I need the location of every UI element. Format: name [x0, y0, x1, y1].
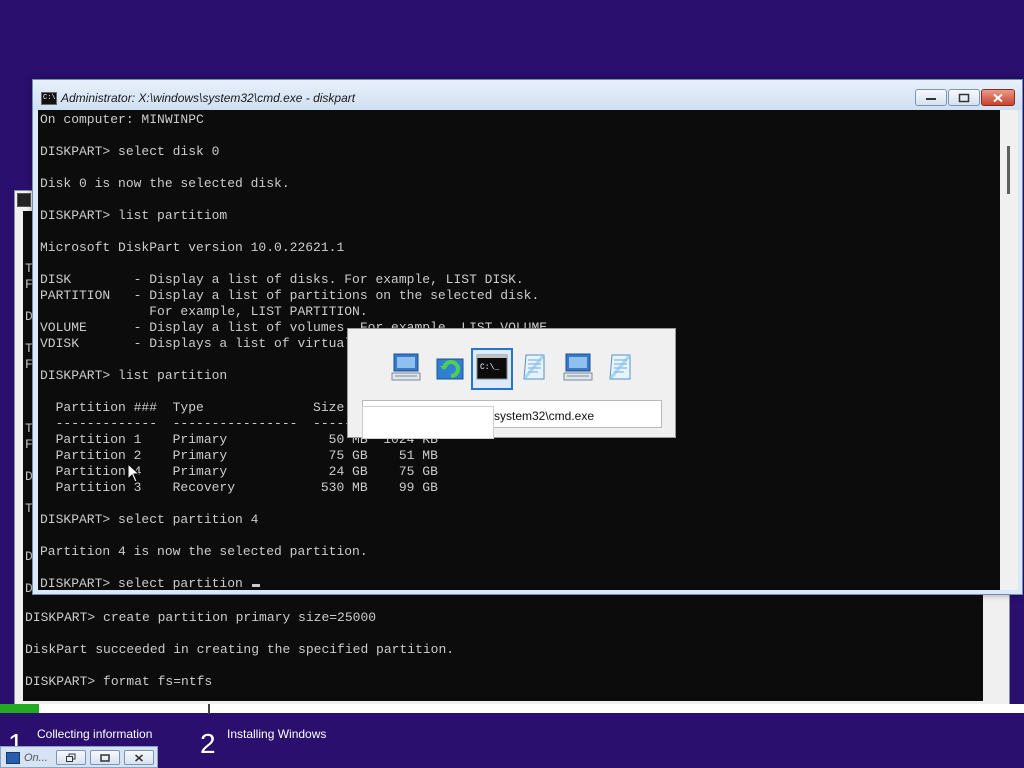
console-line: Partition 4 Primary 24 GB 75 GB — [40, 464, 438, 479]
console-line: DISKPART> select partition 4 — [40, 512, 259, 527]
text-cursor — [251, 584, 260, 587]
setup-progress-bar — [0, 704, 1024, 713]
restore-icon — [958, 93, 970, 102]
minimize-icon — [926, 97, 936, 100]
close-icon — [135, 753, 143, 762]
console-line: Partition 2 Primary 75 GB 51 MB — [40, 448, 438, 463]
step-number-2: 2 — [200, 728, 216, 759]
console-line: DiskPart succeeded in creating the speci… — [25, 642, 455, 657]
console-line: DISKPART> select disk 0 — [40, 144, 220, 159]
step-label-1: Collecting information — [37, 727, 153, 741]
scrollbar-thumb[interactable] — [1007, 146, 1010, 194]
close-button[interactable] — [981, 89, 1015, 106]
notepad-icon[interactable] — [604, 351, 636, 383]
notepad-icon[interactable] — [518, 351, 550, 383]
console-line: On computer: MINWINPC — [40, 112, 204, 127]
mouse-pointer-icon — [127, 463, 141, 483]
maximize-icon — [100, 753, 110, 762]
cmd-icon — [17, 193, 31, 207]
close-button[interactable] — [124, 750, 154, 765]
title-bar[interactable]: C:\ Administrator: X:\windows\system32\c… — [33, 80, 1022, 110]
console-line: DISKPART> create partition primary size=… — [25, 610, 377, 625]
restore-icon — [66, 753, 76, 762]
maximize-button[interactable] — [90, 750, 120, 765]
minimized-window[interactable]: On... — [0, 746, 158, 768]
console-line: For example, LIST PARTITION. — [40, 304, 368, 319]
console-line: DISKPART> list partition — [40, 368, 228, 383]
console-line: DISK - Display a list of disks. For exam… — [40, 272, 524, 287]
console-line: Partition 3 Recovery 530 MB 99 GB — [40, 480, 438, 495]
setup-refresh-icon[interactable] — [434, 351, 466, 383]
console-line: Microsoft DiskPart version 10.0.22621.1 — [40, 240, 345, 255]
restore-button[interactable] — [56, 750, 86, 765]
cmd-icon: C:\ — [41, 92, 57, 105]
window-title: Administrator: X:\windows\system32\cmd.e… — [61, 91, 356, 105]
console-scrollbar[interactable] — [1000, 110, 1018, 590]
close-icon — [993, 93, 1003, 102]
console-line: DISKPART> format fs=ntfs — [25, 674, 213, 689]
console-line: Partition 4 is now the selected partitio… — [40, 544, 368, 559]
tooltip-overlay — [362, 406, 494, 439]
minimize-button[interactable] — [915, 89, 947, 106]
keyboard-computer-icon[interactable] — [562, 351, 594, 383]
task-switcher[interactable]: C:\_ X:\windows\system32\cmd.exe — [347, 328, 676, 439]
keyboard-computer-icon[interactable] — [390, 351, 422, 383]
cmd-icon[interactable]: C:\_ — [476, 351, 508, 383]
console-line: PARTITION - Display a list of partitions… — [40, 288, 540, 303]
console-line: Disk 0 is now the selected disk. — [40, 176, 290, 191]
console-line: DISKPART> select partition — [40, 576, 260, 590]
setup-progress-fill — [0, 704, 39, 713]
progress-divider — [208, 704, 210, 714]
console-line: DISKPART> list partitiom — [40, 208, 228, 223]
maximize-button[interactable] — [948, 89, 980, 106]
svg-text:C:\_: C:\_ — [480, 363, 499, 372]
keyboard-computer-icon — [6, 752, 20, 764]
step-label-2: Installing Windows — [227, 727, 327, 741]
minimized-window-title: On... — [24, 752, 48, 764]
